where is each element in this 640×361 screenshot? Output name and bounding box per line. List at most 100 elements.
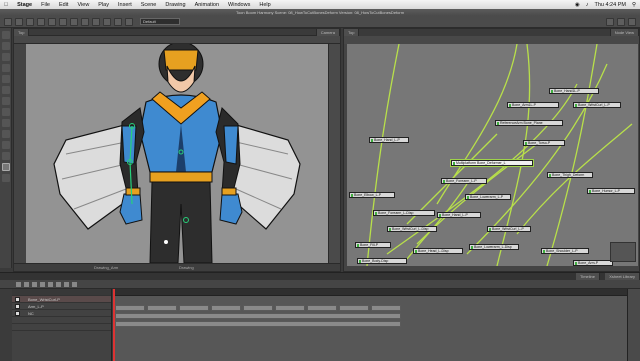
menu-play[interactable]: Play	[98, 2, 109, 8]
frame-ruler[interactable]	[113, 289, 627, 296]
menu-animation[interactable]: Animation	[195, 2, 219, 8]
exposure-cell[interactable]	[307, 305, 337, 311]
select-tool-icon[interactable]	[2, 31, 10, 39]
cutter-tool-icon[interactable]	[2, 130, 10, 138]
undo-icon[interactable]	[37, 17, 45, 26]
menu-app[interactable]: Stage	[17, 2, 32, 8]
save-icon[interactable]	[26, 17, 34, 26]
redo-icon[interactable]	[48, 17, 56, 26]
tab-top[interactable]: Top	[14, 29, 30, 36]
layer-visibility-checkbox[interactable]	[15, 311, 20, 316]
layer-row[interactable]: Arm_L-P	[12, 303, 111, 310]
node[interactable]: Bone_WristCurl_L-P	[573, 102, 621, 108]
node[interactable]: Bone_Hand_L-P	[369, 137, 409, 143]
playhead[interactable]	[113, 289, 115, 361]
workspace-select[interactable]: Default	[140, 18, 180, 25]
paste-icon[interactable]	[81, 17, 89, 26]
node[interactable]: Bone_Thigh_Deform	[547, 172, 593, 178]
node[interactable]: Bone_Head_L-Disp	[413, 248, 463, 254]
copy-icon[interactable]	[70, 17, 78, 26]
tab-node-view[interactable]: Node View	[609, 29, 639, 36]
text-tool-icon[interactable]	[2, 75, 10, 83]
hand-tool-icon[interactable]	[2, 174, 10, 182]
node[interactable]: Bone_WristCurl_L-Disp	[387, 226, 437, 232]
node[interactable]: Bone_Hand_L-P	[437, 212, 481, 218]
loop-icon[interactable]	[103, 17, 111, 26]
brush-tool-icon[interactable]	[2, 53, 10, 61]
node[interactable]: Bone_Elbow_L-P	[349, 192, 395, 198]
volume-icon[interactable]: ♪	[586, 2, 589, 8]
exposure-cell[interactable]	[339, 305, 369, 311]
menu-scene[interactable]: Scene	[141, 2, 157, 8]
menu-view[interactable]: View	[77, 2, 89, 8]
exposure-cell[interactable]	[115, 305, 145, 311]
grid-icon[interactable]	[606, 17, 614, 26]
onion-icon[interactable]	[114, 17, 122, 26]
search-icon[interactable]: ⚲	[632, 2, 636, 8]
node[interactable]: ReferenceArm Bone_Plane	[495, 120, 563, 126]
node[interactable]: Bone_Arm-P	[573, 260, 613, 266]
node[interactable]: Bone_Humor_L-P	[587, 188, 635, 194]
tab-timeline[interactable]: Timeline	[576, 273, 600, 280]
tab-xsheet-library[interactable]: Xsheet Library	[605, 273, 640, 280]
node[interactable]: Bone_Forearm_L-Disp	[373, 210, 435, 216]
menu-file[interactable]: File	[41, 2, 50, 8]
new-icon[interactable]	[4, 17, 12, 26]
wifi-icon[interactable]: ◉	[575, 2, 580, 8]
node[interactable]: Bone_WristCurl_L-P	[487, 226, 531, 232]
node-navigator[interactable]	[610, 242, 636, 262]
timeline-scrollbar[interactable]	[627, 289, 640, 361]
menu-drawing[interactable]: Drawing	[165, 2, 185, 8]
menu-insert[interactable]: Insert	[118, 2, 132, 8]
clock[interactable]: Thu 4:24 PM	[594, 2, 626, 8]
node[interactable]: Bone_Torso-P	[523, 140, 565, 146]
exposure-cell[interactable]	[179, 305, 209, 311]
help-icon[interactable]	[628, 17, 636, 26]
shape-tool-icon[interactable]	[2, 108, 10, 116]
layer-row[interactable]: Bone_WristCurl-P	[12, 296, 111, 303]
paint-tool-icon[interactable]	[2, 97, 10, 105]
node[interactable]: Bone_Hand1L-P	[549, 88, 599, 94]
layer-visibility-checkbox[interactable]	[15, 304, 20, 309]
layer-visibility-checkbox[interactable]	[15, 297, 20, 302]
tab-top-node[interactable]: Top	[344, 29, 360, 36]
menu-edit[interactable]: Edit	[59, 2, 68, 8]
exposure-cell[interactable]	[115, 321, 401, 327]
cut-icon[interactable]	[59, 17, 67, 26]
exposure-cell[interactable]	[147, 305, 177, 311]
apple-icon[interactable]: 	[4, 2, 8, 8]
transform-tool-icon[interactable]	[2, 119, 10, 127]
node-canvas[interactable]: ReferenceArm Bone_Plane Bone_Arm1L-P Bon…	[347, 44, 638, 266]
layer-row[interactable]: NC	[12, 310, 111, 317]
dropper-tool-icon[interactable]	[2, 141, 10, 149]
menu-help[interactable]: Help	[259, 2, 270, 8]
frame-grid[interactable]	[113, 289, 627, 361]
pencil-tool-icon[interactable]	[2, 64, 10, 72]
layer-row[interactable]	[12, 317, 111, 324]
node[interactable]: Bone_Shoulder_L-P	[541, 248, 589, 254]
layer-row[interactable]	[12, 324, 111, 331]
settings-icon[interactable]	[617, 17, 625, 26]
node[interactable]: Bone_Fill-P	[355, 242, 391, 248]
node[interactable]: Bone_Body-Disp	[357, 258, 407, 264]
node[interactable]: Bone_Arm1L-P	[507, 102, 559, 108]
camera-stage[interactable]	[26, 41, 328, 264]
exposure-cell[interactable]	[211, 305, 241, 311]
exposure-cell[interactable]	[275, 305, 305, 311]
contour-editor-icon[interactable]	[2, 42, 10, 50]
light-table-icon[interactable]	[125, 17, 133, 26]
exposure-cell[interactable]	[371, 305, 401, 311]
node[interactable]: Bone_Lowerarm_L-Disp	[469, 244, 519, 250]
eraser-tool-icon[interactable]	[2, 86, 10, 94]
rigging-tool-icon[interactable]	[2, 163, 10, 171]
exposure-cell[interactable]	[115, 313, 401, 319]
node-selected[interactable]: Multiplatform Bone_Deformer_L	[450, 159, 534, 167]
node[interactable]: Bone_Forearm_L-P	[441, 178, 487, 184]
play-icon[interactable]	[92, 17, 100, 26]
menu-windows[interactable]: Windows	[228, 2, 250, 8]
zoom-tool-icon[interactable]	[2, 152, 10, 160]
node[interactable]: Bone_Lowerarm_L-P	[465, 194, 511, 200]
open-icon[interactable]	[15, 17, 23, 26]
tab-camera[interactable]: Camera	[315, 29, 340, 36]
exposure-cell[interactable]	[243, 305, 273, 311]
